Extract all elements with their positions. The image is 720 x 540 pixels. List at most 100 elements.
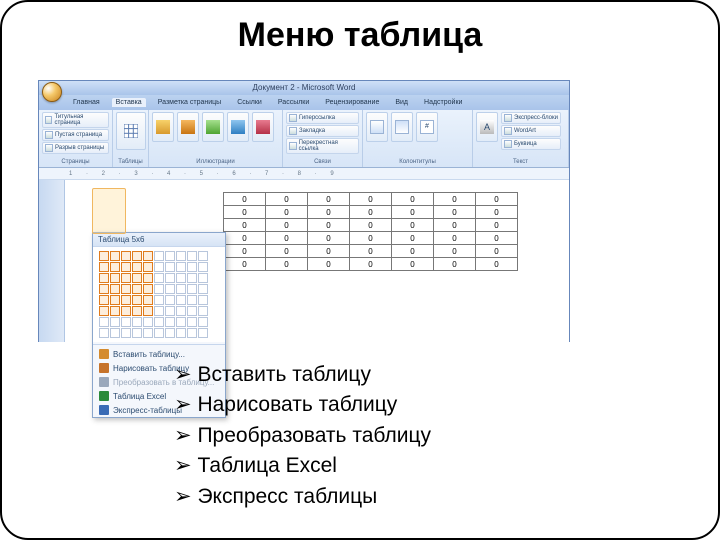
ribbon-tab[interactable]: Рассылки bbox=[274, 98, 313, 107]
grid-picker-cell[interactable] bbox=[132, 273, 142, 283]
grid-picker-cell[interactable] bbox=[176, 306, 186, 316]
ribbon-small-button[interactable]: Гиперссылка bbox=[286, 112, 359, 124]
header-button[interactable] bbox=[366, 112, 388, 142]
grid-picker-cell[interactable] bbox=[110, 306, 120, 316]
grid-picker-cell[interactable] bbox=[110, 251, 120, 261]
grid-picker-cell[interactable] bbox=[154, 284, 164, 294]
ribbon-small-button[interactable]: Разрыв страницы bbox=[42, 142, 109, 154]
grid-picker-cell[interactable] bbox=[99, 284, 109, 294]
textbox-button[interactable]: A bbox=[476, 112, 498, 142]
chart-button[interactable] bbox=[252, 112, 274, 142]
office-orb-icon[interactable] bbox=[42, 82, 62, 102]
grid-picker-cell[interactable] bbox=[154, 262, 164, 272]
grid-picker-cell[interactable] bbox=[143, 317, 153, 327]
grid-picker-cell[interactable] bbox=[110, 317, 120, 327]
grid-picker-cell[interactable] bbox=[176, 295, 186, 305]
grid-picker-cell[interactable] bbox=[154, 328, 164, 338]
grid-picker-cell[interactable] bbox=[132, 284, 142, 294]
grid-picker-cell[interactable] bbox=[198, 273, 208, 283]
grid-picker-cell[interactable] bbox=[121, 295, 131, 305]
grid-picker-cell[interactable] bbox=[165, 328, 175, 338]
grid-picker-cell[interactable] bbox=[99, 273, 109, 283]
grid-picker-cell[interactable] bbox=[121, 328, 131, 338]
ribbon-tab[interactable]: Надстройки bbox=[420, 98, 466, 107]
table-button[interactable] bbox=[116, 112, 146, 150]
smartart-button[interactable] bbox=[227, 112, 249, 142]
grid-picker-cell[interactable] bbox=[121, 284, 131, 294]
grid-picker-cell[interactable] bbox=[99, 262, 109, 272]
grid-picker-cell[interactable] bbox=[132, 328, 142, 338]
grid-picker-cell[interactable] bbox=[99, 328, 109, 338]
picture-button[interactable] bbox=[152, 112, 174, 142]
ribbon-tab[interactable]: Ссылки bbox=[233, 98, 266, 107]
grid-picker-cell[interactable] bbox=[121, 251, 131, 261]
grid-picker-cell[interactable] bbox=[143, 306, 153, 316]
grid-picker-cell[interactable] bbox=[154, 251, 164, 261]
grid-picker-cell[interactable] bbox=[132, 262, 142, 272]
grid-picker-cell[interactable] bbox=[143, 251, 153, 261]
grid-picker-cell[interactable] bbox=[99, 306, 109, 316]
grid-picker-cell[interactable] bbox=[198, 284, 208, 294]
grid-picker-cell[interactable] bbox=[187, 317, 197, 327]
grid-picker-cell[interactable] bbox=[143, 295, 153, 305]
grid-picker-cell[interactable] bbox=[143, 262, 153, 272]
grid-picker-cell[interactable] bbox=[176, 251, 186, 261]
grid-picker-cell[interactable] bbox=[132, 295, 142, 305]
grid-picker-cell[interactable] bbox=[121, 317, 131, 327]
grid-picker-cell[interactable] bbox=[99, 317, 109, 327]
grid-picker-cell[interactable] bbox=[143, 284, 153, 294]
grid-picker-cell[interactable] bbox=[198, 251, 208, 261]
grid-picker-cell[interactable] bbox=[110, 273, 120, 283]
grid-picker-cell[interactable] bbox=[99, 251, 109, 261]
grid-picker-cell[interactable] bbox=[187, 295, 197, 305]
grid-picker-cell[interactable] bbox=[132, 251, 142, 261]
grid-picker-cell[interactable] bbox=[198, 262, 208, 272]
ribbon-small-button[interactable]: Закладка bbox=[286, 125, 359, 137]
ribbon-tab[interactable]: Разметка страницы bbox=[154, 98, 226, 107]
grid-picker-cell[interactable] bbox=[176, 262, 186, 272]
grid-picker-cell[interactable] bbox=[154, 295, 164, 305]
grid-picker-cell[interactable] bbox=[165, 251, 175, 261]
shapes-button[interactable] bbox=[202, 112, 224, 142]
grid-picker-cell[interactable] bbox=[198, 328, 208, 338]
table-grid-picker[interactable] bbox=[93, 247, 225, 342]
clipart-button[interactable] bbox=[177, 112, 199, 142]
ribbon-tab[interactable]: Вид bbox=[391, 98, 412, 107]
ribbon-small-button[interactable]: Пустая страница bbox=[42, 129, 109, 141]
grid-picker-cell[interactable] bbox=[187, 251, 197, 261]
grid-picker-cell[interactable] bbox=[110, 284, 120, 294]
grid-picker-cell[interactable] bbox=[176, 284, 186, 294]
ribbon-tab[interactable]: Рецензирование bbox=[321, 98, 383, 107]
ribbon-small-button[interactable]: Титульная страница bbox=[42, 112, 109, 128]
grid-picker-cell[interactable] bbox=[198, 295, 208, 305]
grid-picker-cell[interactable] bbox=[187, 306, 197, 316]
grid-picker-cell[interactable] bbox=[176, 273, 186, 283]
grid-picker-cell[interactable] bbox=[121, 306, 131, 316]
grid-picker-cell[interactable] bbox=[165, 295, 175, 305]
grid-picker-cell[interactable] bbox=[143, 328, 153, 338]
grid-picker-cell[interactable] bbox=[154, 273, 164, 283]
grid-picker-cell[interactable] bbox=[110, 262, 120, 272]
ribbon-tab[interactable]: Главная bbox=[69, 98, 104, 107]
grid-picker-cell[interactable] bbox=[132, 306, 142, 316]
grid-picker-cell[interactable] bbox=[132, 317, 142, 327]
grid-picker-cell[interactable] bbox=[187, 328, 197, 338]
grid-picker-cell[interactable] bbox=[187, 273, 197, 283]
ribbon-small-button[interactable]: Перекрестная ссылка bbox=[286, 138, 359, 154]
grid-picker-cell[interactable] bbox=[110, 295, 120, 305]
footer-button[interactable] bbox=[391, 112, 413, 142]
grid-picker-cell[interactable] bbox=[198, 306, 208, 316]
grid-picker-cell[interactable] bbox=[176, 317, 186, 327]
ribbon-small-button[interactable]: Буквица bbox=[501, 138, 561, 150]
ribbon-tab[interactable]: Вставка bbox=[112, 98, 146, 107]
grid-picker-cell[interactable] bbox=[165, 284, 175, 294]
grid-picker-cell[interactable] bbox=[187, 284, 197, 294]
grid-picker-cell[interactable] bbox=[110, 328, 120, 338]
grid-picker-cell[interactable] bbox=[198, 317, 208, 327]
ribbon-small-button[interactable]: WordArt bbox=[501, 125, 561, 137]
grid-picker-cell[interactable] bbox=[99, 295, 109, 305]
table-menu-item[interactable]: Вставить таблицу... bbox=[93, 347, 225, 361]
grid-picker-cell[interactable] bbox=[165, 273, 175, 283]
grid-picker-cell[interactable] bbox=[121, 273, 131, 283]
grid-picker-cell[interactable] bbox=[165, 317, 175, 327]
